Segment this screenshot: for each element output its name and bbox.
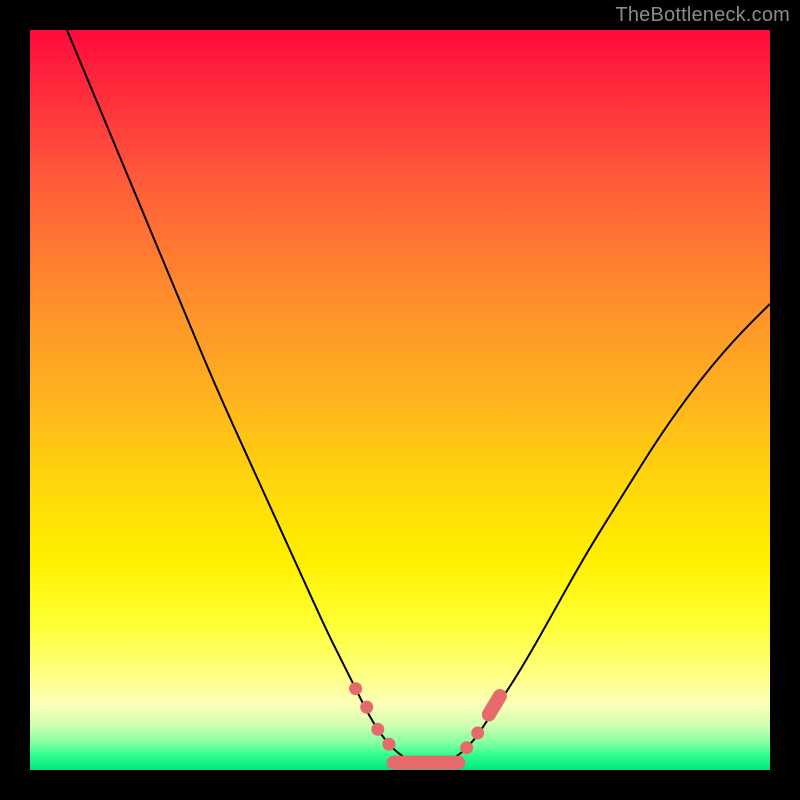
bead-marker xyxy=(349,682,362,695)
bead-marker xyxy=(360,701,373,714)
chart-frame: TheBottleneck.com xyxy=(0,0,800,800)
bead-marker xyxy=(471,727,484,740)
flat-pill xyxy=(387,756,466,770)
curve-beads xyxy=(349,682,509,770)
bead-marker xyxy=(371,723,384,736)
bead-pill-right xyxy=(479,686,509,724)
curve-layer xyxy=(30,30,770,770)
bead-marker xyxy=(460,741,473,754)
watermark-text: TheBottleneck.com xyxy=(615,4,790,27)
plot-area xyxy=(30,30,770,770)
bottleneck-curve xyxy=(67,30,770,763)
bead-marker xyxy=(382,738,395,751)
